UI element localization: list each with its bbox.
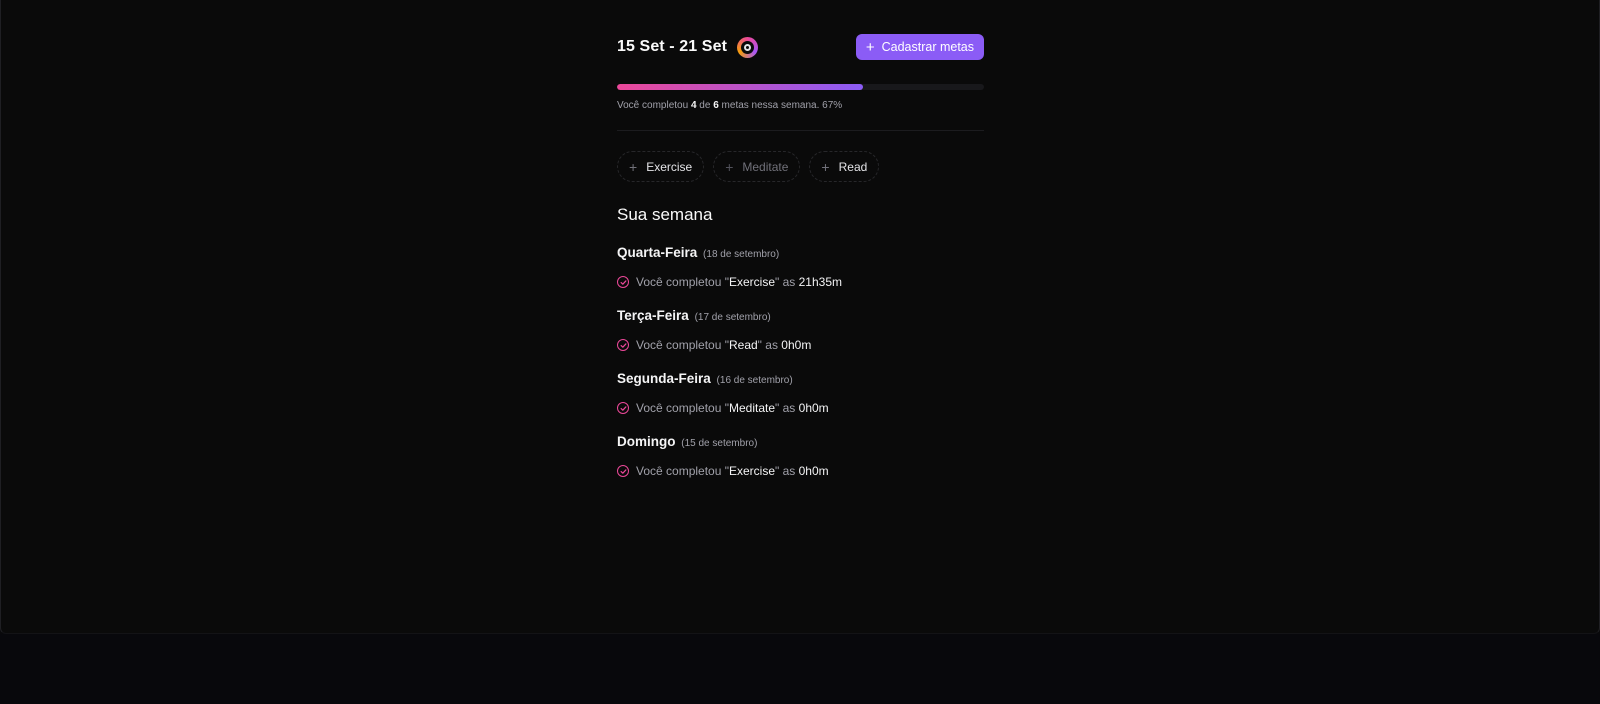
entry-prefix: Você completou [636, 275, 722, 289]
entry-at: as [765, 338, 778, 352]
day-group: Terça-Feira (17 de setembro) Você comple… [617, 308, 984, 352]
progress-text: Você completou 4 de 6 metas nessa semana… [617, 100, 984, 111]
pending-goal-label: Exercise [646, 159, 693, 174]
pending-goal-read[interactable]: + Read [809, 151, 880, 182]
entry-prefix: Você completou [636, 464, 722, 478]
check-circle-icon [617, 276, 629, 288]
completion-entry: Você completou "Exercise" as 0h0m [617, 464, 984, 478]
day-date: (16 de setembro) [716, 375, 793, 386]
entry-text: Você completou "Exercise" as 0h0m [636, 464, 829, 478]
check-circle-icon [617, 402, 629, 414]
week-section-title: Sua semana [617, 205, 713, 224]
day-weekday: Segunda-Feira [617, 371, 711, 386]
week-range: 15 Set - 21 Set [617, 38, 727, 55]
entry-text: Você completou "Read" as 0h0m [636, 338, 812, 352]
progress-text-prefix: Você completou [617, 100, 689, 111]
entry-time: 0h0m [798, 401, 829, 415]
days-list: Quarta-Feira (18 de setembro) Você compl… [617, 245, 984, 478]
progress-total: 6 [713, 100, 719, 111]
plus-icon: + [821, 158, 830, 175]
logo-inner [741, 40, 754, 54]
completion-entry: Você completou "Read" as 0h0m [617, 338, 984, 352]
entry-text: Você completou "Exercise" as 21h35m [636, 275, 842, 289]
day-weekday: Domingo [617, 434, 676, 449]
day-group: Quarta-Feira (18 de setembro) Você compl… [617, 245, 984, 289]
progress-bar [617, 84, 984, 90]
check-circle-icon [617, 465, 629, 477]
day-group: Domingo (15 de setembro) Você completou … [617, 434, 984, 478]
entry-goal: Read [728, 338, 758, 352]
check-circle-icon [617, 339, 629, 351]
entry-text: Você completou "Meditate" as 0h0m [636, 401, 829, 415]
day-header: Segunda-Feira (16 de setembro) [617, 371, 984, 386]
day-header: Terça-Feira (17 de setembro) [617, 308, 984, 323]
logo-dot [744, 43, 751, 51]
entry-time: 0h0m [781, 338, 812, 352]
entry-at: as [782, 401, 796, 415]
plus-icon: + [725, 158, 734, 175]
day-weekday: Terça-Feira [617, 308, 689, 323]
pending-goal-exercise[interactable]: + Exercise [617, 151, 705, 182]
entry-prefix: Você completou [636, 401, 722, 415]
separator [617, 130, 984, 131]
entry-at: as [782, 464, 796, 478]
entry-goal: Meditate [728, 401, 776, 415]
bottom-strip [0, 634, 1600, 704]
progress-fill [617, 84, 863, 90]
entry-time: 0h0m [798, 464, 829, 478]
summary-header: 15 Set - 21 Set + Cadastrar metas [617, 34, 984, 60]
summary-panel: 15 Set - 21 Set + Cadastrar metas Você c… [617, 34, 984, 478]
day-header: Quarta-Feira (18 de setembro) [617, 245, 984, 260]
entry-prefix: Você completou [636, 338, 722, 352]
progress-completed: 4 [690, 100, 697, 111]
add-goal-button[interactable]: + Cadastrar metas [855, 34, 984, 60]
plus-icon: + [629, 158, 638, 175]
progress-percent: 67% [822, 100, 843, 111]
plus-icon: + [865, 38, 875, 56]
pending-goal-meditate[interactable]: + Meditate [713, 151, 801, 182]
pending-goal-label: Meditate [742, 159, 789, 174]
target-logo-icon [737, 36, 758, 58]
day-date: (15 de setembro) [681, 438, 758, 449]
header-left: 15 Set - 21 Set [617, 36, 758, 58]
pending-goals: + Exercise + Meditate + Read [617, 151, 984, 182]
entry-goal: Exercise [728, 464, 775, 478]
day-group: Segunda-Feira (16 de setembro) Você comp… [617, 371, 984, 415]
add-goal-button-label: Cadastrar metas [881, 40, 974, 54]
completion-entry: Você completou "Exercise" as 21h35m [617, 275, 984, 289]
day-date: (18 de setembro) [703, 249, 780, 260]
day-weekday: Quarta-Feira [617, 245, 698, 260]
progress-text-suffix: metas nessa semana. [721, 100, 820, 111]
progress-text-of: de [699, 100, 711, 111]
day-date: (17 de setembro) [694, 312, 771, 323]
completion-entry: Você completou "Meditate" as 0h0m [617, 401, 984, 415]
entry-goal: Exercise [728, 275, 775, 289]
entry-time: 21h35m [798, 275, 842, 289]
day-header: Domingo (15 de setembro) [617, 434, 984, 449]
entry-at: as [782, 275, 796, 289]
pending-goal-label: Read [838, 159, 868, 174]
